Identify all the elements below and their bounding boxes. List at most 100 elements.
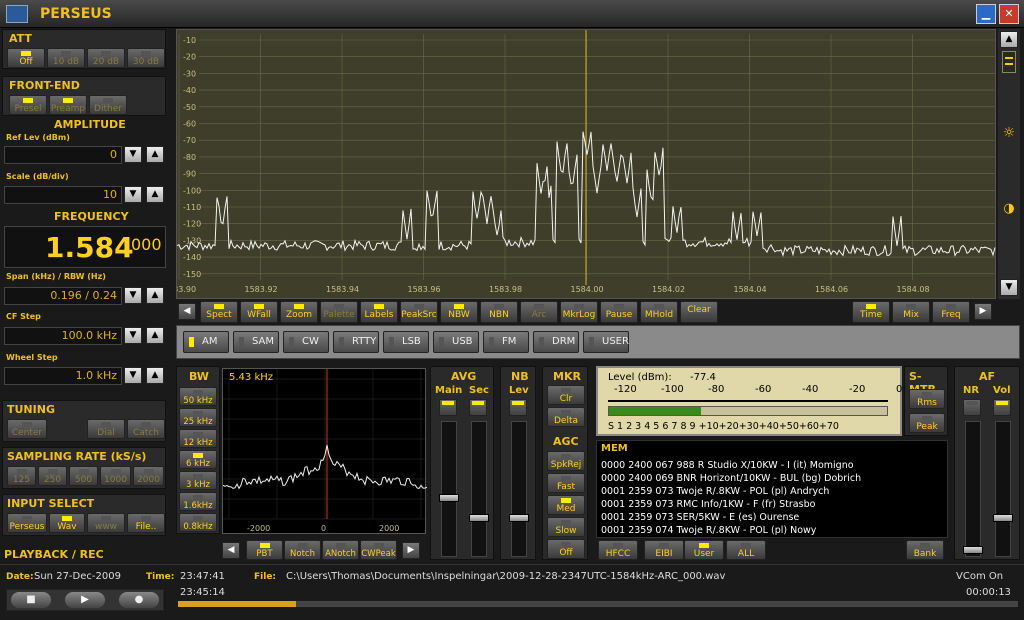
agc-med-button[interactable]: Med bbox=[547, 495, 585, 515]
spec-clear-button[interactable]: Clear bbox=[680, 301, 718, 323]
mode-rtty-button[interactable]: RTTY bbox=[333, 331, 379, 353]
mode-cw-button[interactable]: CW bbox=[283, 331, 329, 353]
cf-down-button[interactable]: ▼ bbox=[124, 327, 142, 344]
spec-mix-button[interactable]: Mix bbox=[892, 301, 930, 323]
avg-main-toggle[interactable] bbox=[439, 399, 457, 416]
scale-field[interactable]: 10 bbox=[4, 186, 122, 204]
spec-zoom-button[interactable]: Zoom bbox=[280, 301, 318, 323]
sr-1000-button[interactable]: 1000 bbox=[100, 466, 131, 486]
bw-4-button[interactable]: 3 kHz bbox=[179, 471, 217, 490]
memory-list[interactable]: MEM 0000 2400 067 988 R Studio X/10KW - … bbox=[596, 440, 948, 538]
vol-knob[interactable] bbox=[993, 514, 1013, 522]
mode-user-button[interactable]: USER bbox=[583, 331, 629, 353]
nb-toggle[interactable] bbox=[509, 399, 527, 416]
spec-palette-button[interactable]: Palette bbox=[320, 301, 358, 323]
filter-cwpeak-button[interactable]: CWPeak bbox=[360, 540, 397, 560]
bw-2-button[interactable]: 12 kHz bbox=[179, 429, 217, 448]
filter-pbt-button[interactable]: PBT bbox=[246, 540, 283, 560]
avg-sec-toggle[interactable] bbox=[469, 399, 487, 416]
wheel-down-button[interactable]: ▼ bbox=[124, 367, 142, 384]
sr-250-button[interactable]: 250 bbox=[38, 466, 67, 486]
filter-anotch-button[interactable]: ANotch bbox=[322, 540, 359, 560]
preamp-button[interactable]: Preamp bbox=[49, 95, 87, 115]
rms-button[interactable]: Rms bbox=[909, 389, 945, 409]
wheel-step-field[interactable]: 1.0 kHz bbox=[4, 367, 122, 385]
mem-all-button[interactable]: ALL bbox=[726, 540, 766, 560]
wav-input-button[interactable]: Wav bbox=[49, 513, 85, 533]
catch-button[interactable]: Catch bbox=[127, 419, 165, 439]
nb-slider[interactable] bbox=[509, 421, 529, 557]
close-button[interactable]: ✕ bbox=[999, 4, 1019, 24]
sr-500-button[interactable]: 500 bbox=[69, 466, 98, 486]
filter-left-button[interactable]: ◀ bbox=[222, 542, 240, 559]
spec-time-button[interactable]: Time bbox=[852, 301, 890, 323]
scroll-right-button[interactable]: ▶ bbox=[974, 303, 992, 320]
presel-button[interactable]: Presel bbox=[9, 95, 47, 115]
bw-0-button[interactable]: 50 kHz bbox=[179, 387, 217, 406]
span-down-button[interactable]: ▼ bbox=[124, 287, 142, 304]
avg-main-knob[interactable] bbox=[439, 494, 459, 502]
play-button[interactable]: ▶ bbox=[65, 592, 105, 608]
mem-bank-button[interactable]: Bank bbox=[906, 540, 944, 560]
span-up-button[interactable]: ▲ bbox=[146, 287, 164, 304]
agc-spkrej-button[interactable]: SpkRej bbox=[547, 451, 585, 471]
agc-slow-button[interactable]: Slow bbox=[547, 517, 585, 537]
bw-6-button[interactable]: 0.8kHz bbox=[179, 513, 217, 532]
frequency-display[interactable]: 1.584 000 bbox=[4, 226, 166, 268]
spec-nbw-button[interactable]: NBW bbox=[440, 301, 478, 323]
file-input-button[interactable]: File.. bbox=[127, 513, 165, 533]
scale-up-button[interactable]: ▲ bbox=[146, 186, 164, 203]
cf-step-field[interactable]: 100.0 kHz bbox=[4, 327, 122, 345]
spec-spect-button[interactable]: Spect bbox=[200, 301, 238, 323]
scroll-up-button[interactable]: ▲ bbox=[1000, 31, 1018, 48]
spectrum-scroll[interactable]: ▲ ☼ ◑ ▼ bbox=[998, 29, 1020, 299]
spec-mkrlog-button[interactable]: MkrLog bbox=[560, 301, 598, 323]
dither-button[interactable]: Dither bbox=[89, 95, 127, 115]
scale-down-button[interactable]: ▼ bbox=[124, 186, 142, 203]
nb-knob[interactable] bbox=[509, 514, 529, 522]
mem-eibi-button[interactable]: EIBI bbox=[644, 540, 684, 560]
menu-icon[interactable] bbox=[1002, 51, 1016, 73]
mem-row[interactable]: 0001 2359 073 Twoje R/.8KW - POL (pl) An… bbox=[601, 485, 861, 498]
scroll-down-button[interactable]: ▼ bbox=[1000, 279, 1018, 296]
spec-arc-button[interactable]: Arc bbox=[520, 301, 558, 323]
wheel-up-button[interactable]: ▲ bbox=[146, 367, 164, 384]
spec-peaksrc-button[interactable]: PeakSrc bbox=[400, 301, 438, 323]
spec-wfall-button[interactable]: WFall bbox=[240, 301, 278, 323]
mem-row[interactable]: 0001 2359 073 SER/5KW - E (es) Ourense bbox=[601, 511, 861, 524]
mem-row[interactable]: 0000 2400 067 988 R Studio X/10KW - I (i… bbox=[601, 459, 861, 472]
filter-notch-button[interactable]: Notch bbox=[284, 540, 321, 560]
mem-row[interactable]: 0001 2359 073 RMC Info/1KW - F (fr) Stra… bbox=[601, 498, 861, 511]
spec-labels-button[interactable]: Labels bbox=[360, 301, 398, 323]
filter-right-button[interactable]: ▶ bbox=[402, 542, 420, 559]
spec-nbn-button[interactable]: NBN bbox=[480, 301, 518, 323]
mem-hfcc-button[interactable]: HFCC bbox=[598, 540, 638, 560]
mode-lsb-button[interactable]: LSB bbox=[383, 331, 429, 353]
nr-slider[interactable] bbox=[963, 421, 983, 557]
mkr-delta-button[interactable]: Delta bbox=[547, 407, 585, 427]
ref-up-button[interactable]: ▲ bbox=[146, 146, 164, 163]
mem-row[interactable]: 0001 2359 074 Twoje R/.8KW - POL (pl) No… bbox=[601, 524, 861, 537]
playback-progress[interactable] bbox=[178, 601, 1018, 607]
mem-row[interactable]: 0000 2400 069 BNR Horizont/10KW - BUL (b… bbox=[601, 472, 861, 485]
spec-freq-button[interactable]: Freq bbox=[932, 301, 970, 323]
mem-user-button[interactable]: User bbox=[684, 540, 724, 560]
perseus-input-button[interactable]: Perseus bbox=[7, 513, 47, 533]
ref-down-button[interactable]: ▼ bbox=[124, 146, 142, 163]
minimize-button[interactable]: ▁ bbox=[976, 4, 996, 24]
agc-fast-button[interactable]: Fast bbox=[547, 473, 585, 493]
sr-125-button[interactable]: 125 bbox=[7, 466, 36, 486]
agc-off-button[interactable]: Off bbox=[547, 539, 585, 559]
cf-up-button[interactable]: ▲ bbox=[146, 327, 164, 344]
spectrum-display[interactable]: -10 -20 -30 -40 -50 -60 -70 -80 -90 -100 -110 -120 -… bbox=[163, 29, 996, 299]
vol-toggle[interactable] bbox=[993, 399, 1011, 416]
bw-1-button[interactable]: 25 kHz bbox=[179, 408, 217, 427]
center-button[interactable]: Center bbox=[7, 419, 47, 439]
mode-sam-button[interactable]: SAM bbox=[233, 331, 279, 353]
mode-fm-button[interactable]: FM bbox=[483, 331, 529, 353]
record-button[interactable]: ● bbox=[119, 592, 159, 608]
spec-pause-button[interactable]: Pause bbox=[600, 301, 638, 323]
avg-sec-knob[interactable] bbox=[469, 514, 489, 522]
stop-button[interactable]: ■ bbox=[11, 592, 51, 608]
peak-button[interactable]: Peak bbox=[909, 413, 945, 433]
